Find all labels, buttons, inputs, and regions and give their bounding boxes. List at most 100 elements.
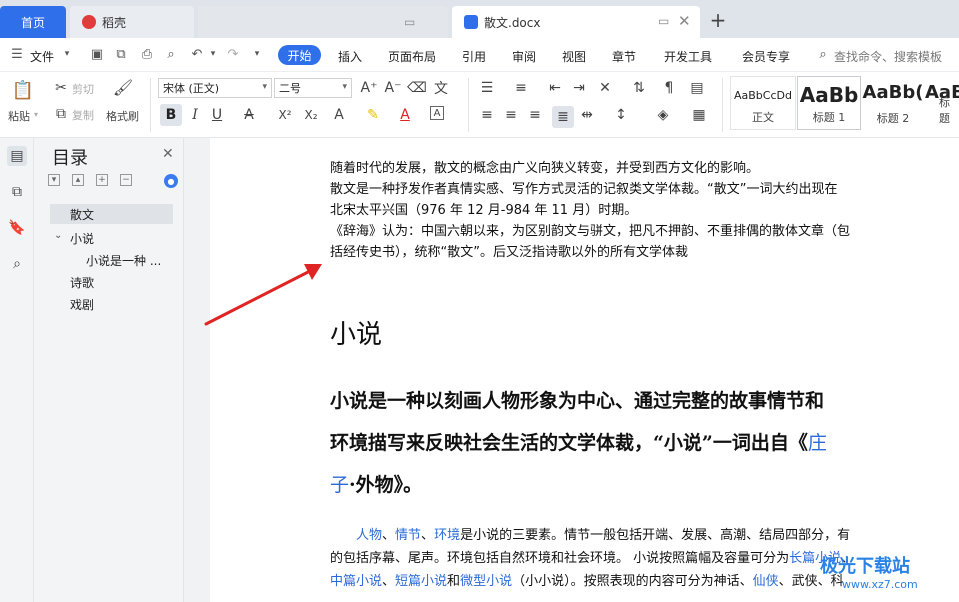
increase-indent-icon[interactable]: ⇥ bbox=[570, 79, 588, 97]
toc-item-sanwen[interactable]: 散文 bbox=[50, 204, 173, 224]
line-spacing-icon[interactable]: ↕ bbox=[612, 106, 630, 124]
grow-font-icon[interactable]: A⁺ bbox=[360, 79, 378, 97]
style-title[interactable]: AaB 标题 bbox=[925, 76, 959, 130]
document-page[interactable]: 随着时代的发展，散文的概念由广义向狭义转变，并受到西方文化的影响。 散文是一种抒… bbox=[210, 138, 959, 602]
style-heading-1[interactable]: AaBb 标题 1 bbox=[797, 76, 861, 130]
tab-home[interactable]: 首页 bbox=[0, 6, 66, 38]
sort-icon[interactable]: ⇅ bbox=[630, 79, 648, 97]
link-renwu[interactable]: 人物 bbox=[356, 528, 382, 543]
search-icon[interactable]: ⌕ bbox=[816, 47, 830, 62]
phonetic-guide-icon[interactable]: 文 bbox=[432, 79, 450, 97]
paste-label[interactable]: 粘贴 bbox=[8, 108, 30, 124]
export-icon[interactable]: ⧉ bbox=[114, 47, 128, 62]
char-border-icon[interactable]: A bbox=[430, 106, 444, 120]
font-size-select[interactable]: 二号 ▾ bbox=[274, 78, 352, 98]
distributed-icon[interactable]: ⇹ bbox=[578, 106, 596, 124]
align-right-icon[interactable]: ≡ bbox=[526, 106, 544, 124]
chevron-down-icon[interactable]: ⌄ bbox=[54, 230, 62, 241]
text-effect-icon[interactable]: A bbox=[330, 106, 348, 124]
style-normal[interactable]: AaBbCcDd 正文 bbox=[730, 76, 796, 130]
add-heading-icon[interactable]: + bbox=[96, 174, 108, 186]
new-tab-button[interactable]: + bbox=[706, 8, 730, 32]
shrink-font-icon[interactable]: A⁻ bbox=[384, 79, 402, 97]
toc-item-xiaoshuo-sub[interactable]: 小说是一种 ... bbox=[86, 252, 161, 269]
bold-button[interactable]: B bbox=[160, 104, 182, 126]
format-painter-label[interactable]: 格式刷 bbox=[106, 108, 139, 124]
remove-heading-icon[interactable]: − bbox=[120, 174, 132, 186]
justify-icon[interactable]: ≣ bbox=[552, 106, 574, 128]
hamburger-menu-icon[interactable]: ☰ bbox=[10, 47, 24, 62]
menu-view[interactable]: 视图 bbox=[562, 48, 586, 65]
menu-reference[interactable]: 引用 bbox=[462, 48, 486, 65]
float-window-icon[interactable]: ▭ bbox=[658, 14, 669, 28]
monitor-icon[interactable]: ▭ bbox=[404, 15, 415, 29]
link-duanpian[interactable]: 短篇小说 bbox=[395, 574, 447, 589]
link-weixing[interactable]: 微型小说 bbox=[460, 574, 512, 589]
more-quick-icon[interactable]: ▾ bbox=[250, 47, 264, 61]
close-tab-icon[interactable]: ✕ bbox=[678, 12, 691, 30]
italic-button[interactable]: I bbox=[186, 106, 204, 124]
paste-dropdown-icon[interactable]: ▾ bbox=[34, 110, 38, 119]
paste-icon[interactable]: 📋 bbox=[12, 78, 34, 102]
toc-nav-icon[interactable]: ▤ bbox=[7, 146, 27, 166]
save-icon[interactable]: ▣ bbox=[90, 47, 104, 62]
link-zhongpian[interactable]: 中篇小说 bbox=[330, 574, 382, 589]
menu-section[interactable]: 章节 bbox=[612, 48, 636, 65]
find-icon[interactable]: ⌕ bbox=[7, 254, 27, 274]
menu-dev-tools[interactable]: 开发工具 bbox=[664, 48, 712, 65]
close-icon[interactable]: ✕ bbox=[162, 146, 174, 162]
tab-blank[interactable]: ▭ bbox=[198, 6, 448, 38]
command-search-input[interactable]: 查找命令、搜索模板 bbox=[834, 48, 942, 65]
expand-all-icon[interactable]: ▴ bbox=[72, 174, 84, 186]
copy-icon[interactable]: ⧉ bbox=[52, 105, 70, 123]
borders-icon[interactable]: ▦ bbox=[690, 106, 708, 124]
link-zhuangzi-2[interactable]: 子 bbox=[330, 474, 349, 496]
subscript-button[interactable]: X₂ bbox=[302, 106, 320, 124]
link-xianxia[interactable]: 仙侠 bbox=[753, 574, 779, 589]
cut-icon[interactable]: ✂ bbox=[52, 79, 70, 97]
align-left-icon[interactable]: ≡ bbox=[478, 106, 496, 124]
menu-review[interactable]: 审阅 bbox=[512, 48, 536, 65]
strikethrough-icon[interactable]: A bbox=[240, 106, 258, 124]
align-center-icon[interactable]: ≡ bbox=[502, 106, 520, 124]
print-icon[interactable]: ⎙ bbox=[140, 47, 154, 62]
shading-icon[interactable]: ◈ bbox=[654, 106, 672, 124]
chinese-layout-icon[interactable]: ✕ bbox=[596, 79, 614, 97]
ruler-icon[interactable]: ▤ bbox=[688, 79, 706, 97]
chevron-down-icon[interactable]: ▾ bbox=[60, 47, 74, 61]
print-preview-icon[interactable]: ⌕ bbox=[164, 47, 178, 62]
clear-format-icon[interactable]: ⌫ bbox=[407, 79, 427, 97]
menu-member[interactable]: 会员专享 bbox=[742, 48, 790, 65]
font-name-select[interactable]: 宋体 (正文) ▾ bbox=[158, 78, 272, 98]
cut-label[interactable]: 剪切 bbox=[72, 81, 94, 97]
numbered-list-icon[interactable]: ≡ bbox=[512, 79, 530, 97]
decrease-indent-icon[interactable]: ⇤ bbox=[546, 79, 564, 97]
superscript-button[interactable]: X² bbox=[276, 106, 294, 124]
menu-page-layout[interactable]: 页面布局 bbox=[388, 48, 436, 65]
font-color-icon[interactable]: A bbox=[396, 106, 414, 124]
menu-start[interactable]: 开始 bbox=[278, 45, 321, 65]
format-painter-icon[interactable]: 🖌 bbox=[113, 78, 133, 97]
collapse-all-icon[interactable]: ▾ bbox=[48, 174, 60, 186]
redo-icon[interactable]: ↷ bbox=[226, 47, 240, 62]
link-huanjing[interactable]: 环境 bbox=[434, 528, 460, 543]
highlight-icon[interactable]: ✎ bbox=[364, 106, 382, 124]
underline-button[interactable]: U bbox=[208, 106, 226, 124]
bookmark-icon[interactable]: 🔖 bbox=[7, 218, 27, 238]
link-zhuangzi-1[interactable]: 庄 bbox=[808, 432, 827, 454]
bullet-list-icon[interactable]: ☰ bbox=[478, 79, 496, 97]
toc-item-shige[interactable]: 诗歌 bbox=[70, 274, 94, 291]
undo-dropdown-icon[interactable]: ▾ bbox=[206, 47, 220, 61]
copy-label[interactable]: 复制 bbox=[72, 107, 94, 123]
menu-file[interactable]: 文件 bbox=[30, 48, 54, 65]
tab-document[interactable]: 散文.docx ▭ ✕ bbox=[452, 6, 700, 38]
toc-item-xiaoshuo[interactable]: 小说 bbox=[70, 230, 94, 247]
menu-insert[interactable]: 插入 bbox=[338, 48, 362, 65]
tab-daoke[interactable]: 稻壳 bbox=[70, 6, 194, 38]
style-heading-2[interactable]: AaBb( 标题 2 bbox=[862, 76, 924, 130]
toc-item-xiju[interactable]: 戏剧 bbox=[70, 296, 94, 313]
undo-icon[interactable]: ↶ bbox=[190, 47, 204, 62]
link-qingjie[interactable]: 情节 bbox=[395, 528, 421, 543]
show-marks-icon[interactable]: ¶ bbox=[660, 79, 678, 97]
toc-settings-icon[interactable]: ● bbox=[164, 174, 178, 188]
